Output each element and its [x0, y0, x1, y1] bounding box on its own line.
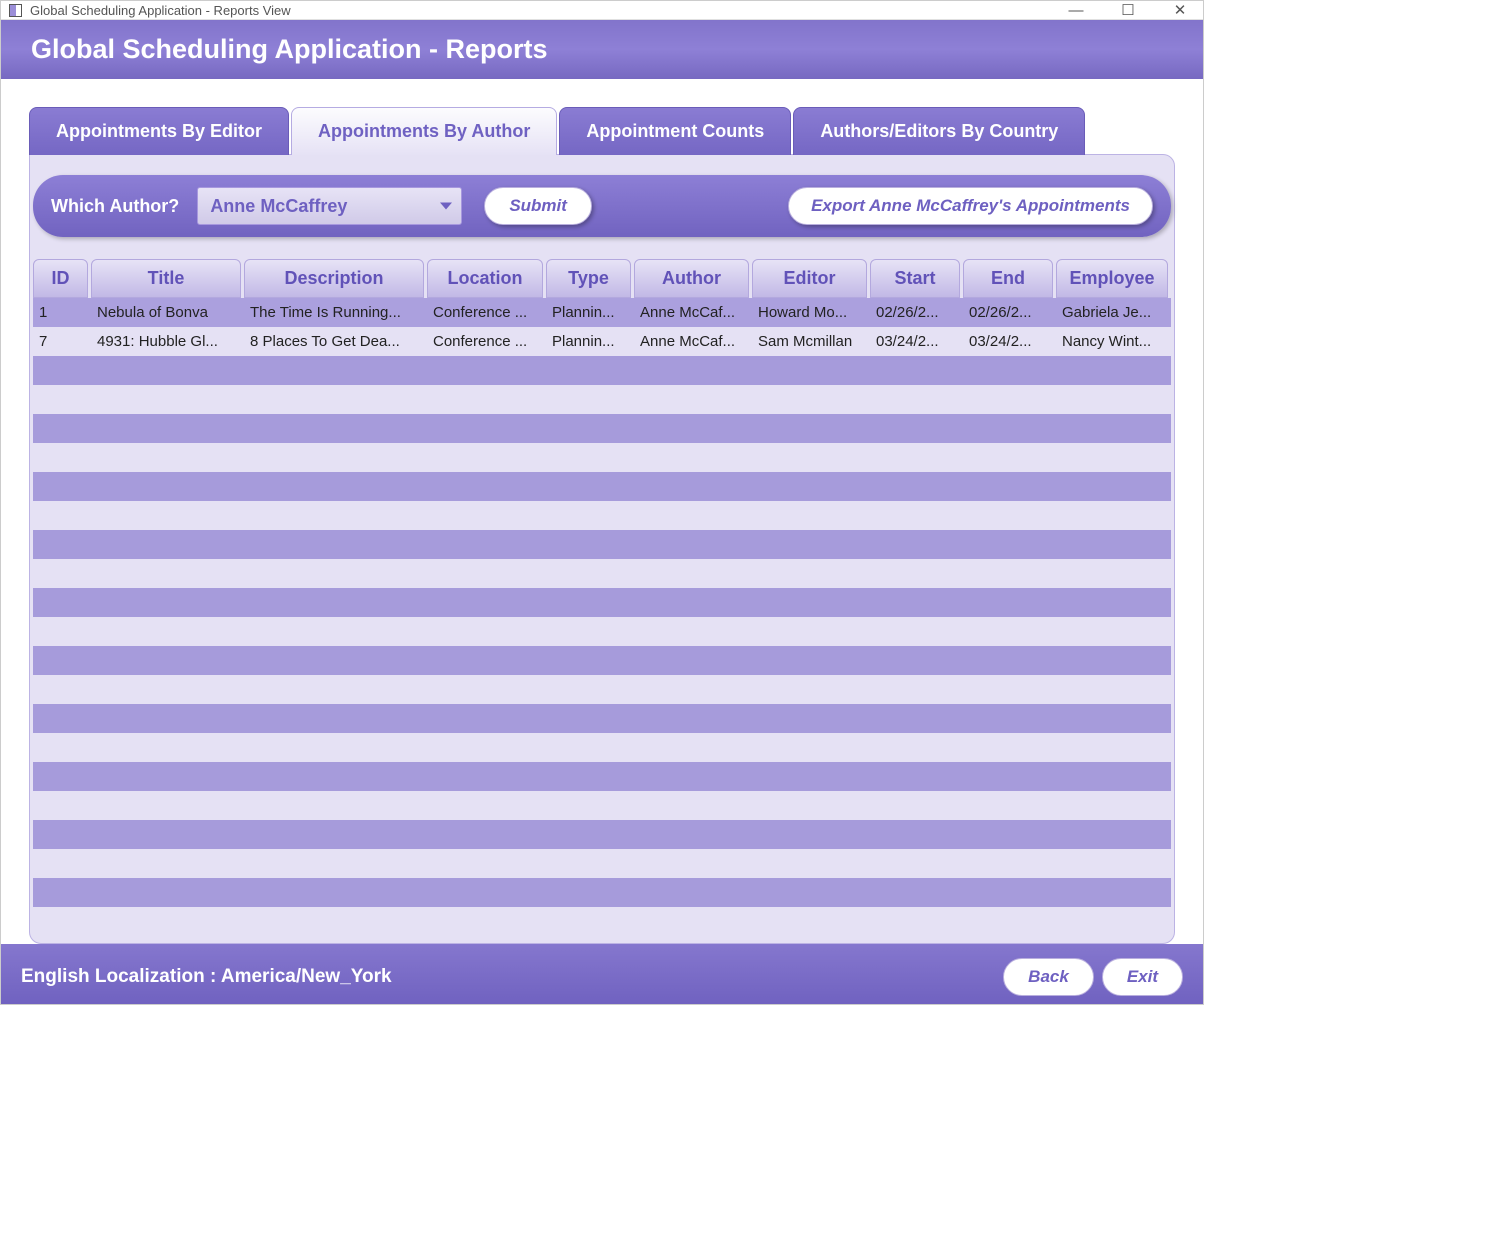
table-row-empty — [33, 791, 1171, 820]
cell-id: 1 — [33, 304, 88, 321]
cell-title: Nebula of Bonva — [91, 304, 241, 321]
column-header-editor[interactable]: Editor — [752, 259, 867, 298]
cell-end: 02/26/2... — [963, 304, 1053, 321]
cell-end: 03/24/2... — [963, 333, 1053, 350]
table-header-row: IDTitleDescriptionLocationTypeAuthorEdit… — [33, 259, 1171, 298]
table-body: 1Nebula of BonvaThe Time Is Running...Co… — [33, 298, 1171, 907]
titlebar: Global Scheduling Application - Reports … — [1, 1, 1203, 20]
column-header-title[interactable]: Title — [91, 259, 241, 298]
table-row-empty — [33, 820, 1171, 849]
table-row-empty — [33, 559, 1171, 588]
table-row-empty — [33, 733, 1171, 762]
tablist: Appointments By EditorAppointments By Au… — [29, 107, 1175, 155]
column-header-type[interactable]: Type — [546, 259, 631, 298]
column-header-id[interactable]: ID — [33, 259, 88, 298]
tab-appointments-by-editor[interactable]: Appointments By Editor — [29, 107, 289, 155]
window-controls: — ☐ ✕ — [1061, 1, 1195, 19]
page-title: Global Scheduling Application - Reports — [31, 34, 1173, 65]
localization-label: English Localization : America/New_York — [21, 966, 392, 988]
tab-authors-editors-by-country[interactable]: Authors/Editors By Country — [793, 107, 1085, 155]
table-row-empty — [33, 530, 1171, 559]
table-row-empty — [33, 356, 1171, 385]
table-row-empty — [33, 501, 1171, 530]
table-row-empty — [33, 617, 1171, 646]
cell-title: 4931: Hubble Gl... — [91, 333, 241, 350]
content-area: Appointments By EditorAppointments By Au… — [1, 79, 1203, 944]
cell-emp: Gabriela Je... — [1056, 304, 1168, 321]
tab-panel: Which Author? Anne McCaffrey Submit Expo… — [29, 154, 1175, 944]
page-header: Global Scheduling Application - Reports — [1, 20, 1203, 79]
cell-editor: Sam Mcmillan — [752, 333, 867, 350]
column-header-end[interactable]: End — [963, 259, 1053, 298]
filter-bar: Which Author? Anne McCaffrey Submit Expo… — [33, 175, 1171, 237]
window-title: Global Scheduling Application - Reports … — [30, 3, 1061, 18]
column-header-start[interactable]: Start — [870, 259, 960, 298]
minimize-button[interactable]: — — [1061, 2, 1091, 19]
tab-appointment-counts[interactable]: Appointment Counts — [559, 107, 791, 155]
cell-author: Anne McCaf... — [634, 304, 749, 321]
app-icon — [9, 4, 22, 17]
table-row-empty — [33, 414, 1171, 443]
table-row-empty — [33, 588, 1171, 617]
table-row-empty — [33, 646, 1171, 675]
table-row-empty — [33, 878, 1171, 907]
chevron-down-icon — [440, 203, 452, 210]
close-button[interactable]: ✕ — [1165, 1, 1195, 19]
column-header-desc[interactable]: Description — [244, 259, 424, 298]
table-row-empty — [33, 472, 1171, 501]
back-button[interactable]: Back — [1003, 958, 1094, 996]
cell-type: Plannin... — [546, 333, 631, 350]
column-header-loc[interactable]: Location — [427, 259, 543, 298]
cell-desc: 8 Places To Get Dea... — [244, 333, 424, 350]
submit-button[interactable]: Submit — [484, 187, 592, 225]
table-row-empty — [33, 675, 1171, 704]
filter-label: Which Author? — [51, 196, 179, 217]
cell-id: 7 — [33, 333, 88, 350]
appointments-table: IDTitleDescriptionLocationTypeAuthorEdit… — [33, 259, 1171, 907]
cell-loc: Conference ... — [427, 304, 543, 321]
table-row-empty — [33, 704, 1171, 733]
table-row-empty — [33, 443, 1171, 472]
tab-appointments-by-author[interactable]: Appointments By Author — [291, 107, 557, 155]
cell-editor: Howard Mo... — [752, 304, 867, 321]
table-row-empty — [33, 385, 1171, 414]
column-header-author[interactable]: Author — [634, 259, 749, 298]
cell-type: Plannin... — [546, 304, 631, 321]
cell-start: 03/24/2... — [870, 333, 960, 350]
cell-author: Anne McCaf... — [634, 333, 749, 350]
export-button[interactable]: Export Anne McCaffrey's Appointments — [788, 187, 1153, 225]
cell-start: 02/26/2... — [870, 304, 960, 321]
table-row[interactable]: 74931: Hubble Gl...8 Places To Get Dea..… — [33, 327, 1171, 356]
cell-desc: The Time Is Running... — [244, 304, 424, 321]
table-row[interactable]: 1Nebula of BonvaThe Time Is Running...Co… — [33, 298, 1171, 327]
exit-button[interactable]: Exit — [1102, 958, 1183, 996]
column-header-emp[interactable]: Employee — [1056, 259, 1168, 298]
maximize-button[interactable]: ☐ — [1113, 1, 1143, 19]
author-select-value[interactable]: Anne McCaffrey — [197, 187, 462, 225]
author-select[interactable]: Anne McCaffrey — [197, 187, 462, 225]
app-window: Global Scheduling Application - Reports … — [0, 0, 1204, 1005]
footer-bar: English Localization : America/New_York … — [1, 944, 1203, 1005]
cell-emp: Nancy Wint... — [1056, 333, 1168, 350]
cell-loc: Conference ... — [427, 333, 543, 350]
table-row-empty — [33, 849, 1171, 878]
table-row-empty — [33, 762, 1171, 791]
